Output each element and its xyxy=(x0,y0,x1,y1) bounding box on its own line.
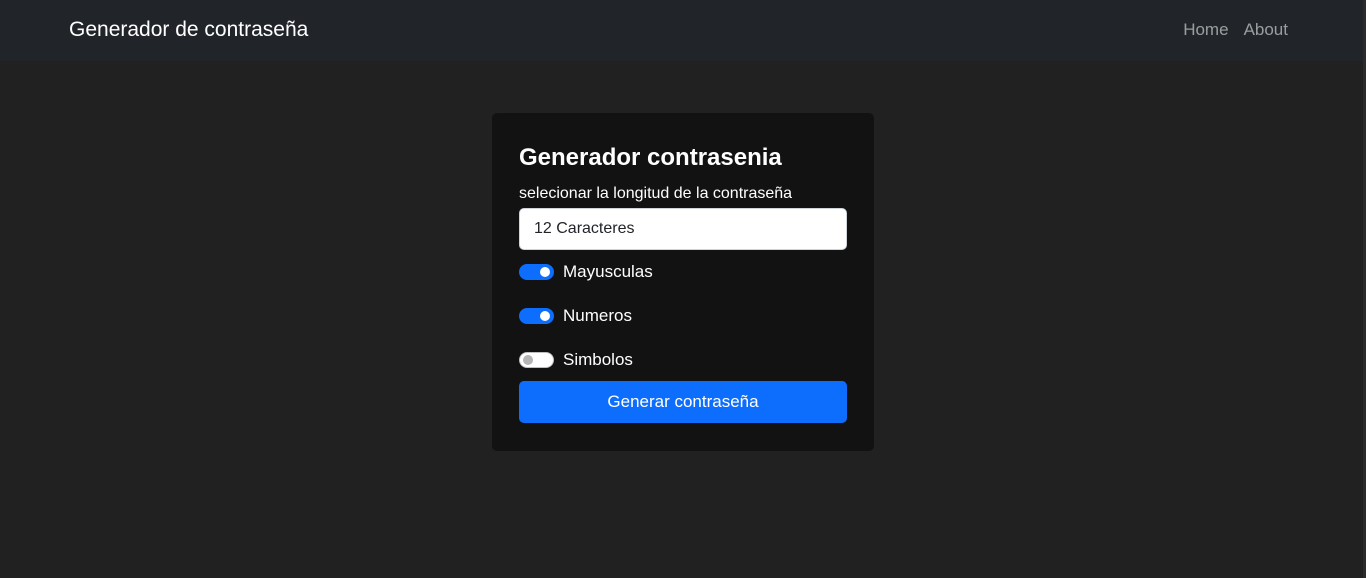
navbar-brand[interactable]: Generador de contraseña xyxy=(69,17,308,43)
mayusculas-toggle[interactable] xyxy=(519,264,554,280)
option-simbolos[interactable]: Simbolos xyxy=(519,349,633,371)
generate-password-button[interactable]: Generar contraseña xyxy=(519,381,847,423)
length-select-value: 12 Caracteres xyxy=(534,220,635,237)
length-label: selecionar la longitud de la contraseña xyxy=(519,185,793,202)
nav-links: Home About xyxy=(1183,19,1288,41)
password-generator-card: Generador contrasenia selecionar la long… xyxy=(492,113,874,451)
nav-link-home[interactable]: Home xyxy=(1183,19,1228,41)
numeros-label: Numeros xyxy=(563,306,632,325)
simbolos-label: Simbolos xyxy=(563,350,633,369)
mayusculas-label: Mayusculas xyxy=(563,262,653,281)
length-select[interactable]: 12 Caracteres xyxy=(519,208,847,250)
navbar: Generador de contraseña Home About xyxy=(0,0,1366,61)
simbolos-toggle[interactable] xyxy=(519,352,554,368)
nav-link-about[interactable]: About xyxy=(1244,19,1288,41)
toggle-knob xyxy=(540,267,550,277)
numeros-toggle[interactable] xyxy=(519,308,554,324)
option-mayusculas[interactable]: Mayusculas xyxy=(519,261,653,283)
toggle-knob xyxy=(540,311,550,321)
option-numeros[interactable]: Numeros xyxy=(519,305,632,327)
card-title: Generador contrasenia xyxy=(519,144,782,171)
toggle-knob xyxy=(523,355,533,365)
